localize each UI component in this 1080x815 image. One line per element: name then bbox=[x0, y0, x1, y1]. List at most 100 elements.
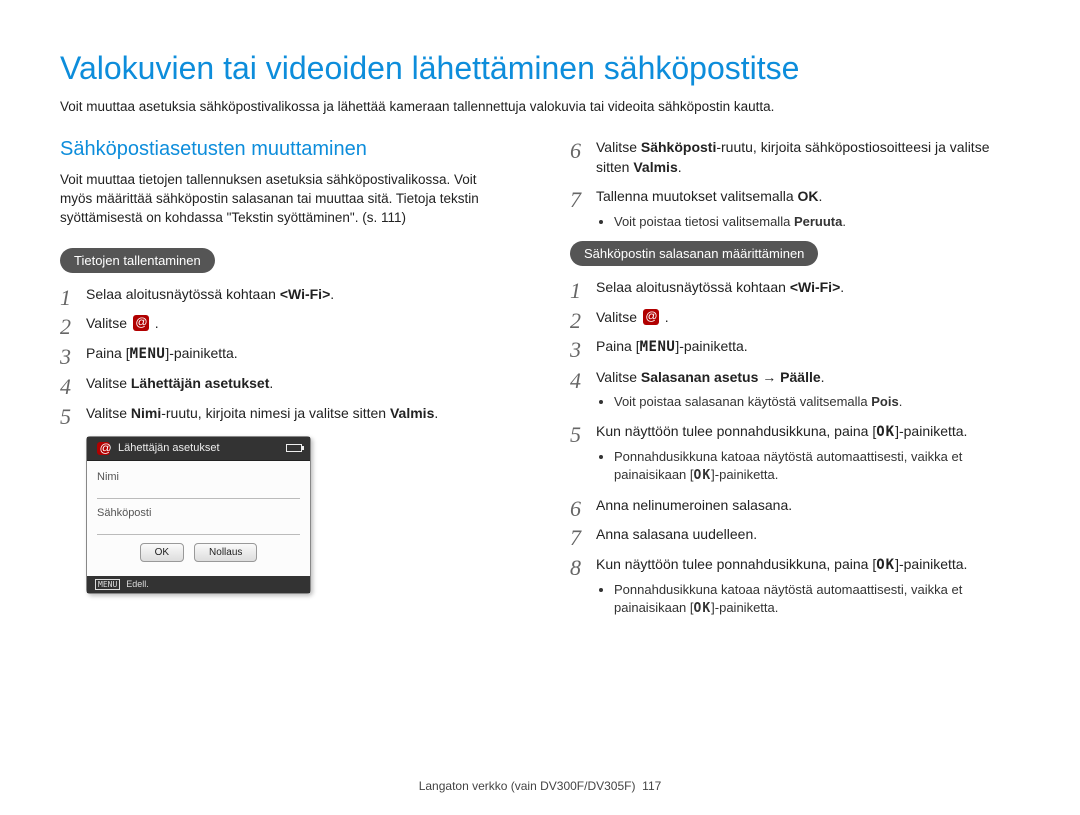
ok-key: OK bbox=[876, 557, 895, 573]
pill-password: Sähköpostin salasanan määrittäminen bbox=[570, 241, 818, 266]
step-bold: Valmis bbox=[633, 159, 677, 175]
sub-item: Voit poistaa salasanan käytöstä valitsem… bbox=[614, 393, 1020, 411]
step-text: . bbox=[434, 405, 438, 421]
step-bold: <Wi-Fi> bbox=[280, 286, 330, 302]
steps-list-right-b: Selaa aloitusnäytössä kohtaan <Wi-Fi>. V… bbox=[570, 278, 1020, 619]
step-7: Tallenna muutokset valitsemalla OK. Voit… bbox=[570, 187, 1020, 231]
step-bold: OK bbox=[798, 188, 819, 204]
email-icon bbox=[133, 315, 149, 331]
step-text: Valitse bbox=[596, 369, 641, 385]
step-5: Valitse Nimi-ruutu, kirjoita nimesi ja v… bbox=[60, 404, 510, 424]
sub-list: Voit poistaa salasanan käytöstä valitsem… bbox=[614, 393, 1020, 411]
step-text: . bbox=[819, 188, 823, 204]
menu-key: MENU bbox=[130, 346, 166, 362]
device-input-line bbox=[97, 523, 300, 535]
page-intro: Voit muuttaa asetuksia sähköpostivalikos… bbox=[60, 99, 1020, 114]
sub-text: Ponnahdusikkuna katoaa näytöstä automaat… bbox=[614, 582, 962, 615]
step-text: Kun näyttöön tulee ponnahdusikkuna, pain… bbox=[596, 556, 876, 572]
step-4: Valitse Lähettäjän asetukset. bbox=[60, 374, 510, 394]
sub-item: Ponnahdusikkuna katoaa näytöstä automaat… bbox=[614, 448, 1020, 485]
section-description: Voit muuttaa tietojen tallennuksen asetu… bbox=[60, 171, 510, 228]
left-column: Sähköpostiasetusten muuttaminen Voit muu… bbox=[60, 138, 510, 629]
step-text: . bbox=[269, 375, 273, 391]
step-text: . bbox=[821, 369, 825, 385]
step-text: ]-painiketta. bbox=[895, 556, 967, 572]
email-icon bbox=[97, 442, 110, 455]
battery-icon bbox=[286, 444, 302, 452]
sub-list: Voit poistaa tietosi valitsemalla Peruut… bbox=[614, 213, 1020, 231]
sub-list: Ponnahdusikkuna katoaa näytöstä automaat… bbox=[614, 448, 1020, 485]
sub-item: Voit poistaa tietosi valitsemalla Peruut… bbox=[614, 213, 1020, 231]
device-reset-button: Nollaus bbox=[194, 543, 257, 562]
sub-text: Voit poistaa tietosi valitsemalla bbox=[614, 214, 794, 229]
menu-key: MENU bbox=[640, 339, 676, 355]
step-text: -ruutu, kirjoita nimesi ja valitse sitte… bbox=[161, 405, 390, 421]
step-text: Valitse bbox=[596, 309, 641, 325]
step-3: Paina [MENU]-painiketta. bbox=[60, 344, 510, 365]
step-7: Anna salasana uudelleen. bbox=[570, 525, 1020, 545]
step-3: Paina [MENU]-painiketta. bbox=[570, 337, 1020, 358]
step-4: Valitse Salasanan asetus → Päälle. Voit … bbox=[570, 368, 1020, 412]
step-bold: <Wi-Fi> bbox=[790, 279, 840, 295]
right-column: Valitse Sähköposti-ruutu, kirjoita sähkö… bbox=[570, 138, 1020, 629]
device-input-line bbox=[97, 487, 300, 499]
step-text: Paina [ bbox=[596, 338, 640, 354]
sub-text: ]-painiketta. bbox=[711, 467, 778, 482]
step-text: ]-painiketta. bbox=[165, 345, 237, 361]
step-1: Selaa aloitusnäytössä kohtaan <Wi-Fi>. bbox=[570, 278, 1020, 298]
menu-icon: MENU bbox=[95, 579, 120, 590]
pill-saving-info: Tietojen tallentaminen bbox=[60, 248, 215, 273]
email-icon bbox=[643, 309, 659, 325]
sub-bold: Pois bbox=[871, 394, 898, 409]
step-text: Selaa aloitusnäytössä kohtaan bbox=[596, 279, 790, 295]
step-bold: Sähköposti bbox=[641, 139, 716, 155]
step-5: Kun näyttöön tulee ponnahdusikkuna, pain… bbox=[570, 422, 1020, 486]
step-text: Valitse bbox=[596, 139, 641, 155]
step-bold: Valmis bbox=[390, 405, 434, 421]
ok-key: OK bbox=[694, 601, 712, 616]
sub-text: Voit poistaa salasanan käytöstä valitsem… bbox=[614, 394, 871, 409]
step-text: . bbox=[840, 279, 844, 295]
sub-text: . bbox=[842, 214, 846, 229]
footer-text: Langaton verkko (vain DV300F/DV305F) bbox=[419, 779, 636, 793]
section-heading: Sähköpostiasetusten muuttaminen bbox=[60, 138, 510, 161]
device-title: Lähettäjän asetukset bbox=[118, 442, 220, 454]
device-body: Nimi Sähköposti OK Nollaus bbox=[87, 461, 310, 576]
steps-list-right-a: Valitse Sähköposti-ruutu, kirjoita sähkö… bbox=[570, 138, 1020, 231]
step-bold: Päälle bbox=[780, 369, 820, 385]
ok-key: OK bbox=[694, 468, 712, 483]
step-bold: Salasanan asetus bbox=[641, 369, 759, 385]
step-2: Valitse . bbox=[570, 308, 1020, 328]
step-1: Selaa aloitusnäytössä kohtaan <Wi-Fi>. bbox=[60, 285, 510, 305]
device-field-email: Sähköposti bbox=[97, 507, 300, 519]
step-text: . bbox=[151, 315, 159, 331]
step-text: → bbox=[758, 369, 780, 385]
page-number: 117 bbox=[642, 779, 661, 793]
step-6: Valitse Sähköposti-ruutu, kirjoita sähkö… bbox=[570, 138, 1020, 177]
sub-text: . bbox=[899, 394, 903, 409]
step-6: Anna nelinumeroinen salasana. bbox=[570, 496, 1020, 516]
device-back-label: Edell. bbox=[126, 579, 149, 589]
step-text: ]-painiketta. bbox=[675, 338, 747, 354]
step-bold: Lähettäjän asetukset bbox=[131, 375, 270, 391]
sub-item: Ponnahdusikkuna katoaa näytöstä automaat… bbox=[614, 581, 1020, 618]
step-text: Kun näyttöön tulee ponnahdusikkuna, pain… bbox=[596, 423, 876, 439]
step-text: . bbox=[330, 286, 334, 302]
steps-list-left: Selaa aloitusnäytössä kohtaan <Wi-Fi>. V… bbox=[60, 285, 510, 424]
step-text: Valitse bbox=[86, 405, 131, 421]
step-text: Valitse bbox=[86, 315, 131, 331]
step-2: Valitse . bbox=[60, 314, 510, 334]
step-text: . bbox=[678, 159, 682, 175]
step-8: Kun näyttöön tulee ponnahdusikkuna, pain… bbox=[570, 555, 1020, 619]
device-screenshot: Lähettäjän asetukset Nimi Sähköposti OK … bbox=[86, 436, 311, 594]
sub-text: Ponnahdusikkuna katoaa näytöstä automaat… bbox=[614, 449, 962, 482]
step-text: ]-painiketta. bbox=[895, 423, 967, 439]
sub-bold: Peruuta bbox=[794, 214, 842, 229]
page-title: Valokuvien tai videoiden lähettäminen sä… bbox=[60, 50, 1020, 87]
step-text: Valitse bbox=[86, 375, 131, 391]
page-footer: Langaton verkko (vain DV300F/DV305F) 117 bbox=[0, 779, 1080, 793]
step-text: Paina [ bbox=[86, 345, 130, 361]
device-field-name: Nimi bbox=[97, 471, 300, 483]
device-header: Lähettäjän asetukset bbox=[87, 437, 310, 461]
ok-key: OK bbox=[876, 424, 895, 440]
